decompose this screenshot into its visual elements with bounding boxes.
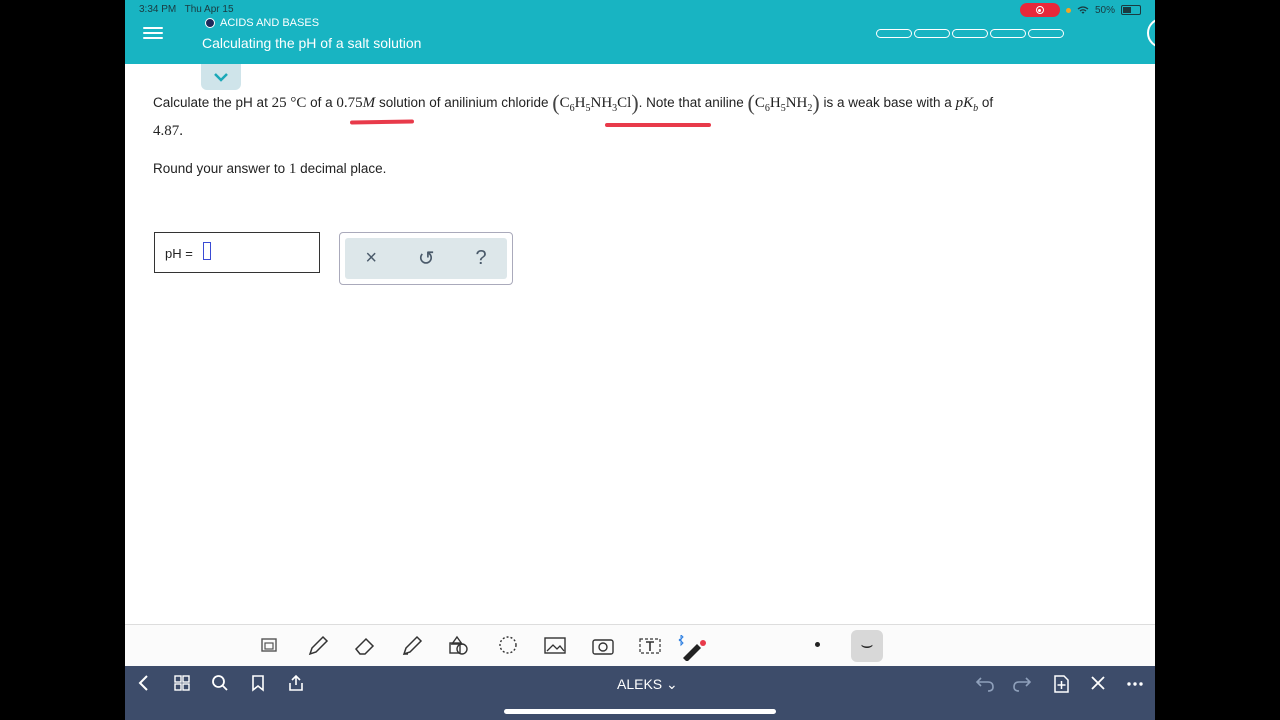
pencil-icon[interactable] [307, 635, 329, 657]
rounding-instruction: Round your answer to 1 decimal place. [153, 161, 387, 177]
battery-icon [1121, 5, 1141, 15]
add-page-icon[interactable] [1051, 674, 1071, 694]
status-bar-right: 50% [1019, 3, 1141, 17]
temperature: 25 °C [271, 95, 307, 111]
base-formula: (C6H5NH2) [747, 90, 820, 115]
answer-tools-panel: × ↺ ? [339, 232, 513, 285]
screen-record-indicator[interactable] [1019, 3, 1060, 17]
grid-icon[interactable] [173, 674, 191, 692]
answer-input[interactable]: pH = [154, 232, 320, 273]
progress-segment [876, 29, 912, 38]
menu-icon[interactable] [143, 24, 163, 42]
page-view-icon[interactable] [259, 635, 281, 655]
pen-style-selector[interactable]: ⌣ [851, 630, 883, 662]
search-icon[interactable] [211, 674, 229, 692]
redo-icon[interactable] [1012, 674, 1032, 692]
pkb-value: 4.87. [153, 123, 183, 139]
concentration: 0.75M [336, 95, 376, 111]
bluetooth-pen-icon[interactable] [677, 635, 707, 661]
annotation-toolbar: ⌣ [125, 624, 1155, 667]
menu-circle-button[interactable] [1147, 18, 1155, 48]
progress-bar [876, 29, 1066, 38]
shapes-icon[interactable] [447, 635, 473, 657]
wifi-icon [1077, 5, 1089, 13]
screen: 3:34 PM Thu Apr 15 50% ACIDS AND BASES C… [125, 0, 1155, 720]
share-icon[interactable] [287, 674, 305, 692]
highlighter-icon[interactable] [400, 635, 424, 657]
topic-label: ACIDS AND BASES [220, 17, 320, 29]
status-time: 3:34 PM Thu Apr 15 [139, 4, 234, 15]
record-icon [1035, 6, 1044, 14]
bottom-navbar: ALEKS ⌄ [125, 666, 1155, 720]
progress-segment [990, 29, 1026, 38]
progress-segment [1028, 29, 1064, 38]
question-line-1: Calculate the pH at 25 °C of a 0.75M sol… [153, 90, 994, 115]
eraser-icon[interactable] [353, 635, 377, 657]
chevron-down-icon [214, 72, 228, 82]
home-indicator[interactable] [504, 709, 776, 714]
topic-row: ACIDS AND BASES [205, 17, 319, 29]
answer-label: pH = [165, 246, 193, 261]
battery-percent: 50% [1094, 4, 1115, 16]
collapse-tab[interactable] [201, 64, 241, 90]
undo-button[interactable]: ↺ [418, 246, 435, 271]
salt-formula: (C6H5NH3Cl) [552, 90, 639, 115]
pkb-symbol: pKb [955, 95, 979, 114]
answer-cursor[interactable] [203, 242, 211, 260]
mic-indicator-icon [1065, 7, 1071, 13]
text-icon[interactable] [638, 635, 662, 657]
lasso-icon[interactable] [497, 635, 519, 657]
annotation-underline [349, 119, 415, 125]
image-icon[interactable] [543, 635, 567, 657]
clear-button[interactable]: × [365, 247, 377, 270]
back-icon[interactable] [137, 674, 151, 692]
topic-dot-icon [205, 18, 215, 28]
app-title-menu[interactable]: ALEKS ⌄ [617, 676, 678, 693]
header: 3:34 PM Thu Apr 15 50% ACIDS AND BASES C… [125, 0, 1155, 64]
more-icon[interactable] [1125, 674, 1145, 692]
progress-segment [914, 29, 950, 38]
pen-size-dot[interactable] [815, 642, 820, 647]
undo-icon[interactable] [975, 674, 995, 692]
answer-tools: × ↺ ? [345, 238, 507, 279]
annotation-underline [605, 123, 711, 127]
bookmark-icon[interactable] [250, 674, 266, 692]
progress-segment [952, 29, 988, 38]
help-button[interactable]: ? [475, 247, 486, 270]
close-icon[interactable] [1089, 674, 1107, 692]
camera-icon[interactable] [591, 635, 615, 657]
page-title: Calculating the pH of a salt solution [202, 35, 422, 51]
